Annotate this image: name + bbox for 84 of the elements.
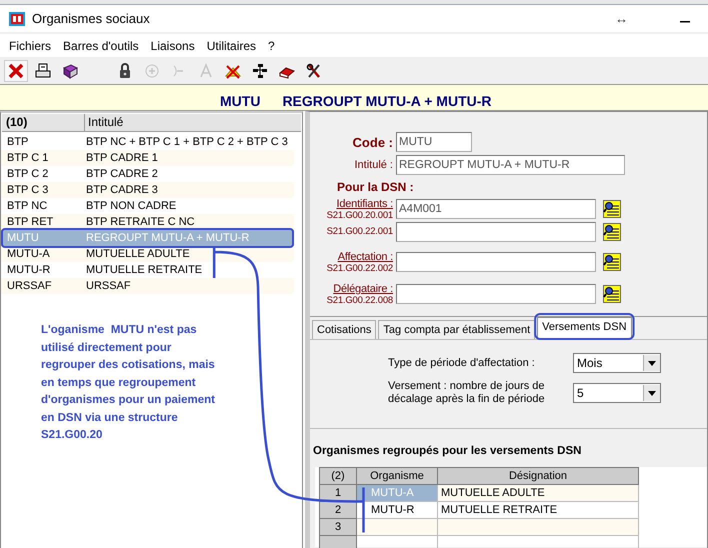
field-label: Délégataire : (332, 283, 393, 295)
resize-icon[interactable]: ↔ (615, 11, 628, 26)
annotation-text: L'oganisme MUTU n'est pas utilisé directement pour regrouper des cotisations, mais en temps que regroupement d'organismes pour un paiement en DSN via une structure S21.G00.20 (41, 323, 216, 443)
list-cell-text: MUTUELLE ADULTE (86, 247, 190, 262)
column-header: Intitulé (87, 114, 124, 131)
list-cell-text: BTP CADRE 1 (86, 151, 158, 166)
tree-icon[interactable] (252, 62, 268, 78)
app-logo-icon (9, 12, 25, 26)
list-cell-text: BTP CADRE 3 (86, 183, 158, 198)
list-cell-text: BTP NC (7, 199, 48, 214)
section-heading: Pour la DSN : (337, 180, 415, 194)
lock-icon[interactable] (117, 62, 133, 78)
caret-icon[interactable] (648, 390, 656, 396)
menu-item[interactable]: ? (264, 38, 283, 52)
grid-cell: MUTUELLE ADULTE (438, 484, 638, 502)
dropdown[interactable]: Mois (573, 353, 661, 373)
section-heading: Organismes regroupés pour les versements DSN (313, 445, 582, 457)
list-cell-text: BTP C 1 (7, 151, 50, 166)
field-label: Code : (352, 134, 394, 150)
list-cell-text: BTP RETRAITE C NC (86, 215, 195, 230)
field-code: S21.G00.22.008 (326, 295, 393, 306)
input-field[interactable]: A4M001 (396, 199, 596, 219)
lookup-icon[interactable] (603, 253, 621, 271)
crossed-out-icon[interactable] (225, 62, 241, 78)
lookup-icon[interactable] (603, 285, 621, 303)
list-cell-text: BTP C 2 (7, 167, 50, 182)
tab[interactable]: Cotisations (312, 320, 376, 339)
lookup-icon[interactable] (603, 200, 621, 218)
field-label: Identifiants : (335, 198, 393, 210)
list-row[interactable]: URSSAF URSSAF (1, 278, 294, 294)
lookup-icon[interactable] (603, 223, 621, 241)
field-code: S21.G00.22.002 (326, 263, 393, 274)
input-field[interactable] (396, 284, 596, 304)
column-header: Organisme (356, 468, 438, 484)
list-cell-text: BTP NON CADRE (86, 199, 176, 214)
list-cell-text: BTP (7, 135, 30, 150)
list-row[interactable]: BTP NC BTP NON CADRE (1, 198, 294, 214)
list-cell-text: MUTU-R (7, 263, 52, 278)
list-row[interactable]: BTP C 3 BTP CADRE 3 (1, 182, 294, 198)
list-row[interactable]: BTP C 2 BTP CADRE 2 (1, 166, 294, 182)
setting-label: Versement : nombre de jours de décalage après la fin de période (388, 380, 546, 406)
list-row[interactable]: BTP C 1 BTP CADRE 1 (1, 150, 294, 166)
list-cell-text: URSSAF (86, 279, 131, 294)
caret-icon[interactable] (648, 360, 656, 366)
tab[interactable]: Tag compta par établissement (378, 320, 536, 339)
menu-item[interactable]: Utilitaires (202, 38, 264, 52)
list-cell-text: BTP CADRE 2 (86, 167, 158, 182)
menu-item[interactable]: Fichiers (5, 38, 60, 52)
header-title: REGROUPT MUTU-A + MUTU-R (282, 93, 492, 109)
list-cell-text: MUTU-A (7, 247, 51, 262)
menu-item[interactable]: Liaisons (146, 38, 203, 52)
list-cell-text: BTP C 3 (7, 183, 50, 198)
row-number: 3 (320, 518, 356, 536)
input-field[interactable] (396, 252, 596, 272)
column-header: (2) (320, 468, 356, 484)
list-row[interactable]: MUTU-R MUTUELLE RETRAITE (1, 262, 294, 278)
setting-label: Type de période d'affectation : (388, 356, 536, 370)
printer-icon[interactable] (35, 62, 51, 78)
list-cell-text: URSSAF (7, 279, 53, 294)
list-cell-text: BTP NC + BTP C 1 + BTP C 2 + BTP C 3 (86, 135, 288, 150)
tools-icon[interactable] (306, 62, 322, 78)
list-cell-text: MUTU (7, 231, 40, 246)
title-field[interactable]: REGROUPT MUTU-A + MUTU-R (396, 155, 625, 175)
column-header: (10) (2, 114, 85, 131)
list-cell-text: REGROUPT MUTU-A + MUTU-R (86, 231, 250, 246)
menu-item[interactable]: Barres d'outils (59, 38, 147, 52)
grid-cell[interactable] (356, 518, 438, 536)
column-header: Désignation (438, 468, 638, 484)
field-label: Affectation : (336, 251, 393, 263)
delete-icon[interactable] (8, 62, 24, 78)
code-field[interactable]: MUTU (396, 132, 472, 152)
input-field[interactable] (396, 222, 596, 242)
field-label: Intitulé : (353, 159, 394, 171)
field-code: S21.G00.22.001 (326, 226, 393, 237)
dropdown[interactable]: 5 (573, 383, 661, 403)
list-cell-text: BTP RET (7, 215, 54, 230)
window-title: Organismes sociaux (32, 11, 151, 26)
row-number: 2 (320, 502, 356, 518)
list-row[interactable]: BTP BTP NC + BTP C 1 + BTP C 2 + BTP C 3 (1, 134, 294, 150)
list-cell-text: MUTUELLE RETRAITE (86, 263, 202, 278)
field-code: S21.G00.20.001 (326, 210, 393, 221)
tab[interactable]: Versements DSN (537, 317, 632, 339)
header-code: MUTU (220, 93, 260, 109)
row-number (320, 536, 356, 548)
